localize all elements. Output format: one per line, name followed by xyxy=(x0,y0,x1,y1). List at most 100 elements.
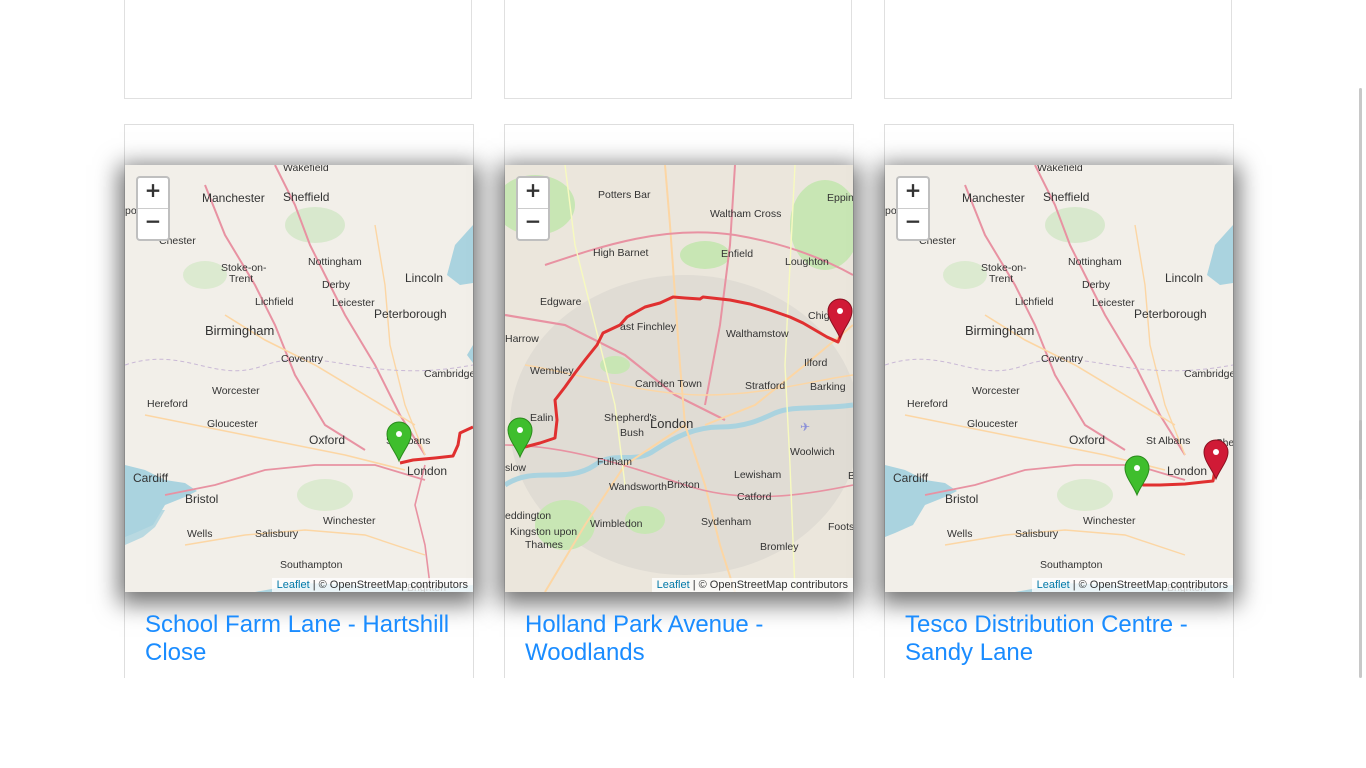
route-title-link[interactable]: Tesco Distribution Centre - Sandy Lane xyxy=(905,611,1217,667)
place-label: Gloucester xyxy=(207,418,258,430)
place-label: Southampton xyxy=(280,559,343,571)
place-label: London xyxy=(407,464,447,478)
place-label: Cardiff xyxy=(893,471,929,485)
place-label: Oxford xyxy=(1069,433,1105,447)
place-label: Nottingham xyxy=(1068,256,1122,268)
place-label: Leicester xyxy=(1092,297,1135,309)
route-title-link[interactable]: Holland Park Avenue - Woodlands xyxy=(525,611,837,667)
place-label: Wimbledon xyxy=(590,518,643,530)
place-label: Woolwich xyxy=(790,446,835,458)
place-label: Winchester xyxy=(1083,515,1136,527)
place-label: Southampton xyxy=(1040,559,1103,571)
place-label: Trent xyxy=(229,273,253,285)
place-label: London xyxy=(650,416,693,431)
place-label: ast Finchley xyxy=(620,321,677,333)
route-card-1: Wakefield Manchester Sheffield pool Ches… xyxy=(124,124,474,684)
place-label: Hereford xyxy=(147,398,188,410)
osm-attribution: | © OpenStreetMap contributors xyxy=(1069,579,1228,591)
card-top-2 xyxy=(504,0,852,99)
place-label: Sydenham xyxy=(701,516,751,528)
place-label: Lewisham xyxy=(734,469,782,481)
leaflet-link[interactable]: Leaflet xyxy=(277,579,310,591)
place-label: Sheffield xyxy=(1043,190,1089,204)
map-tiles-3: Wakefield Manchester Sheffield pool Ches… xyxy=(885,165,1233,592)
map-tiles-1: Wakefield Manchester Sheffield pool Ches… xyxy=(125,165,473,592)
place-label: Bristol xyxy=(945,492,978,506)
place-label: Stratford xyxy=(745,380,785,392)
route-card-3: Wakefield Manchester Sheffield pool Ches… xyxy=(884,124,1234,684)
place-label: Foots xyxy=(828,521,853,533)
place-label: Worcester xyxy=(972,385,1020,397)
place-label: Bromley xyxy=(760,541,799,553)
place-label: Winchester xyxy=(323,515,376,527)
place-label: Wembley xyxy=(530,365,574,377)
zoom-out-button[interactable]: − xyxy=(898,209,928,239)
place-label: Thames xyxy=(525,539,563,551)
zoom-control: + − xyxy=(896,176,930,241)
zoom-control: + − xyxy=(136,176,170,241)
place-label: Ilford xyxy=(804,357,828,369)
place-label: Birmingham xyxy=(965,323,1034,338)
place-label: Coventry xyxy=(281,353,324,365)
place-label: Peterborough xyxy=(1134,307,1207,321)
place-label: Manchester xyxy=(962,191,1025,205)
place-label: London xyxy=(1167,464,1207,478)
place-label: B xyxy=(848,470,853,482)
place-label: Camden Town xyxy=(635,378,702,390)
svg-text:✈: ✈ xyxy=(800,420,810,434)
place-label: Enfield xyxy=(721,248,753,260)
place-label: Brixton xyxy=(667,479,700,491)
place-label: Wandsworth xyxy=(609,481,667,493)
place-label: Wells xyxy=(187,528,212,540)
place-label: Eppin xyxy=(827,192,853,204)
osm-attribution: | © OpenStreetMap contributors xyxy=(689,579,848,591)
place-label: Cardiff xyxy=(133,471,169,485)
card-top-1 xyxy=(124,0,472,99)
place-label: Walthamstow xyxy=(726,328,789,340)
route-title-link[interactable]: School Farm Lane - Hartshill Close xyxy=(145,611,457,667)
place-label: Derby xyxy=(322,279,351,291)
place-label: Harrow xyxy=(505,333,539,345)
route-map-1[interactable]: Wakefield Manchester Sheffield pool Ches… xyxy=(125,165,473,592)
scrollbar-thumb[interactable] xyxy=(1359,420,1362,500)
place-label: Sheffield xyxy=(283,190,329,204)
route-map-2[interactable]: ✈ Potters Bar Waltham Cross Eppin High B… xyxy=(505,165,853,592)
place-label: Loughton xyxy=(785,256,829,268)
place-label: Salisbury xyxy=(1015,528,1059,540)
card-top-3 xyxy=(884,0,1232,99)
place-label: Coventry xyxy=(1041,353,1084,365)
map-attribution: Leaflet | © OpenStreetMap contributors xyxy=(651,578,853,592)
place-label: Gloucester xyxy=(967,418,1018,430)
place-label: Leicester xyxy=(332,297,375,309)
place-label: Cambridge xyxy=(1184,368,1233,380)
place-label: Nottingham xyxy=(308,256,362,268)
place-label: Wakefield xyxy=(283,165,329,174)
zoom-out-button[interactable]: − xyxy=(138,209,168,239)
map-attribution: Leaflet | © OpenStreetMap contributors xyxy=(271,578,473,592)
place-label: Manchester xyxy=(202,191,265,205)
place-label: Trent xyxy=(989,273,1013,285)
place-label: Catford xyxy=(737,491,772,503)
route-map-3[interactable]: Wakefield Manchester Sheffield pool Ches… xyxy=(885,165,1233,592)
zoom-in-button[interactable]: + xyxy=(898,178,928,209)
place-label: Hereford xyxy=(907,398,948,410)
place-label: High Barnet xyxy=(593,247,649,259)
place-label: Birmingham xyxy=(205,323,274,338)
zoom-in-button[interactable]: + xyxy=(138,178,168,209)
place-label: St Albans xyxy=(1146,435,1190,447)
map-tiles-2: ✈ Potters Bar Waltham Cross Eppin High B… xyxy=(505,165,853,592)
place-label: Worcester xyxy=(212,385,260,397)
viewport-bottom xyxy=(0,678,1366,768)
place-label: Shepherd's xyxy=(604,412,657,424)
place-label: Cambridge xyxy=(424,368,473,380)
place-label: Wakefield xyxy=(1037,165,1083,174)
zoom-in-button[interactable]: + xyxy=(518,178,548,209)
zoom-out-button[interactable]: − xyxy=(518,209,548,239)
place-label: Bush xyxy=(620,427,644,439)
scrollbar[interactable] xyxy=(1359,88,1362,678)
place-label: Edgware xyxy=(540,296,582,308)
leaflet-link[interactable]: Leaflet xyxy=(657,579,690,591)
map-attribution: Leaflet | © OpenStreetMap contributors xyxy=(1031,578,1233,592)
place-label: eddington xyxy=(505,510,551,522)
leaflet-link[interactable]: Leaflet xyxy=(1037,579,1070,591)
